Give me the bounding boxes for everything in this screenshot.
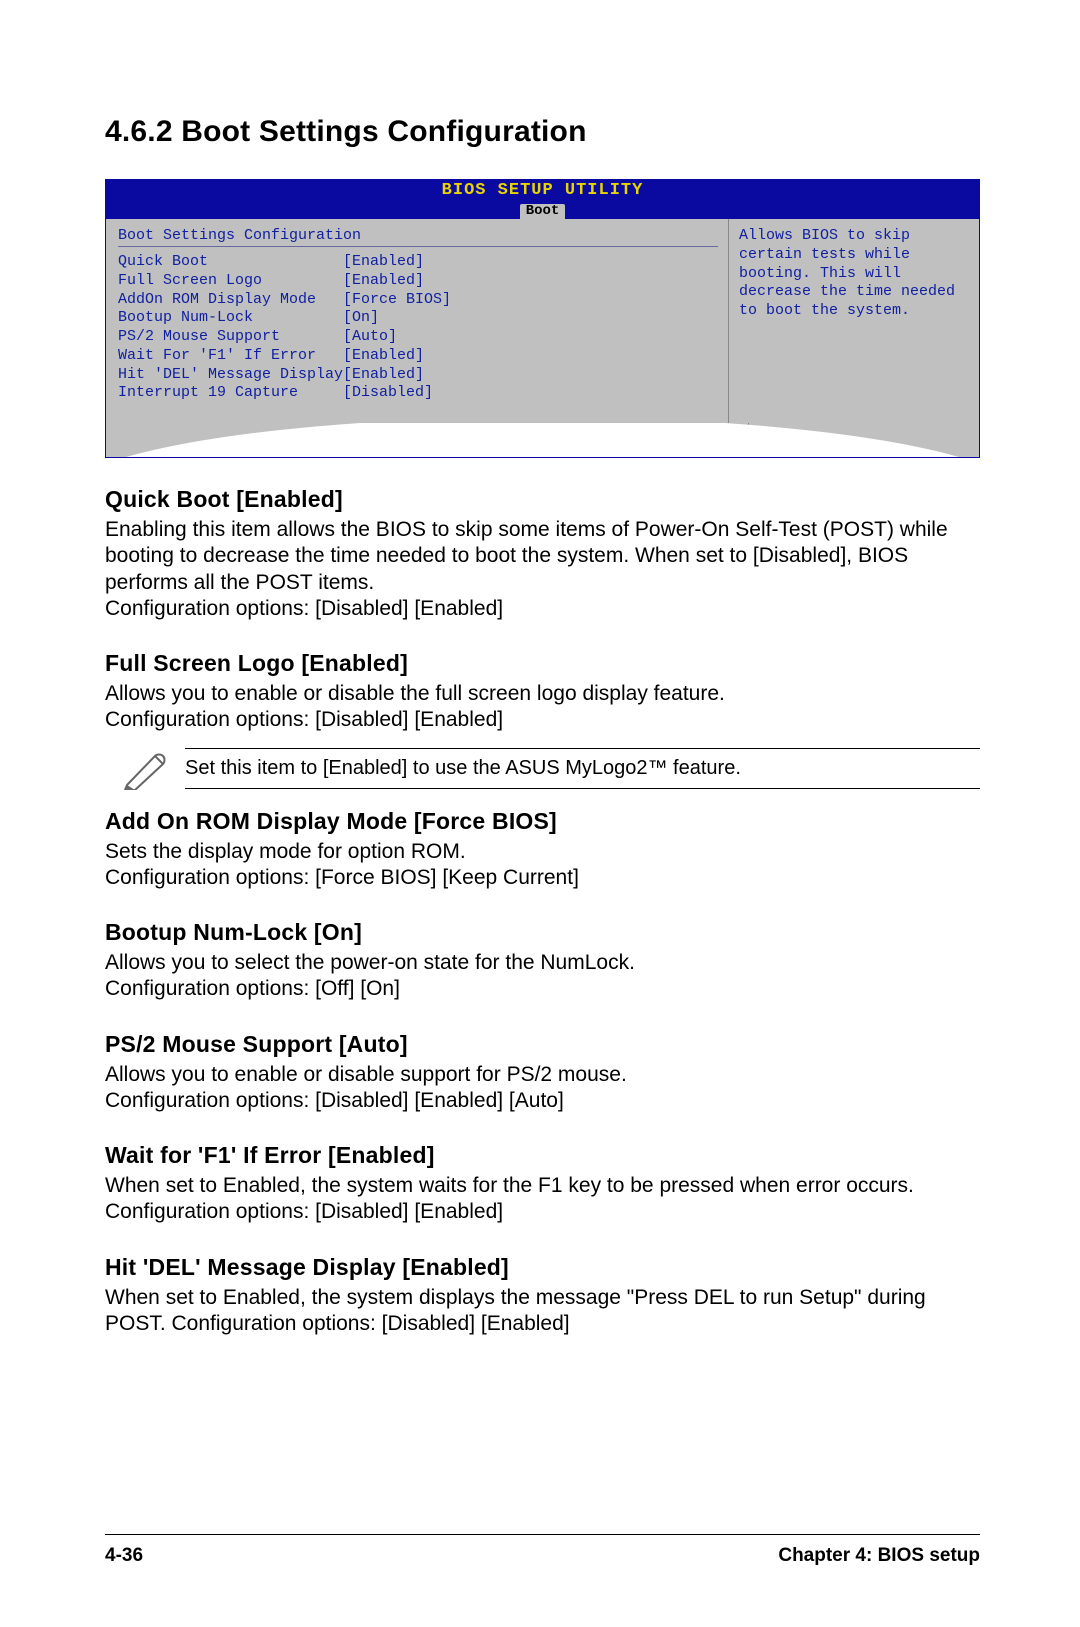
body-paragraph: Allows you to enable or disable the full… — [105, 681, 980, 734]
bios-row: Quick Boot[Enabled] — [118, 253, 718, 272]
subheading: Full Screen Logo [Enabled] — [105, 650, 980, 677]
footer-rule — [105, 1534, 980, 1535]
body-paragraph: Sets the display mode for option ROM. Co… — [105, 839, 980, 892]
note-text: Set this item to [Enabled] to use the AS… — [185, 757, 980, 780]
subheading: PS/2 Mouse Support [Auto] — [105, 1031, 980, 1058]
bios-screenshot: BIOS SETUP UTILITY Boot Boot Settings Co… — [105, 179, 980, 458]
body-paragraph: Allows you to enable or disable support … — [105, 1062, 980, 1115]
bios-section-title: Boot Settings Configuration — [118, 227, 718, 244]
subheading: Add On ROM Display Mode [Force BIOS] — [105, 808, 980, 835]
pencil-icon — [105, 748, 185, 790]
bios-divider — [118, 246, 718, 247]
bios-row: Bootup Num-Lock[On] — [118, 309, 718, 328]
subheading: Hit 'DEL' Message Display [Enabled] — [105, 1254, 980, 1281]
bios-row: Interrupt 19 Capture[Disabled] — [118, 384, 718, 403]
body-paragraph: Allows you to select the power-on state … — [105, 950, 980, 1003]
bios-row: Full Screen Logo[Enabled] — [118, 272, 718, 291]
bios-left-panel: Boot Settings Configuration Quick Boot[E… — [106, 219, 729, 423]
chapter-label: Chapter 4: BIOS setup — [778, 1545, 980, 1567]
body-paragraph: When set to Enabled, the system waits fo… — [105, 1173, 980, 1226]
subheading: Wait for 'F1' If Error [Enabled] — [105, 1142, 980, 1169]
bios-row: PS/2 Mouse Support[Auto] — [118, 328, 718, 347]
bios-title: BIOS SETUP UTILITY — [106, 182, 979, 201]
bios-help-panel: Allows BIOS to skip certain tests while … — [729, 219, 979, 423]
note-text-wrap: Set this item to [Enabled] to use the AS… — [185, 748, 980, 789]
note-callout: Set this item to [Enabled] to use the AS… — [105, 748, 980, 790]
body-paragraph: When set to Enabled, the system displays… — [105, 1285, 980, 1338]
page-number: 4-36 — [105, 1545, 143, 1567]
bios-fade — [106, 423, 979, 457]
bios-help-text: Allows BIOS to skip certain tests while … — [739, 227, 969, 321]
section-heading: 4.6.2 Boot Settings Configuration — [105, 115, 980, 149]
bios-row: Hit 'DEL' Message Display[Enabled] — [118, 366, 718, 385]
subheading: Bootup Num-Lock [On] — [105, 919, 980, 946]
subheading: Quick Boot [Enabled] — [105, 486, 980, 513]
bios-tab: Boot — [520, 204, 566, 219]
page-footer: 4-36 Chapter 4: BIOS setup — [105, 1534, 980, 1567]
document-page: 4.6.2 Boot Settings Configuration BIOS S… — [0, 0, 1080, 1627]
bios-row: AddOn ROM Display Mode[Force BIOS] — [118, 291, 718, 310]
bios-row: Wait For 'F1' If Error[Enabled] — [118, 347, 718, 366]
bios-titlebar: BIOS SETUP UTILITY Boot — [106, 180, 979, 219]
body-paragraph: Enabling this item allows the BIOS to sk… — [105, 517, 980, 622]
